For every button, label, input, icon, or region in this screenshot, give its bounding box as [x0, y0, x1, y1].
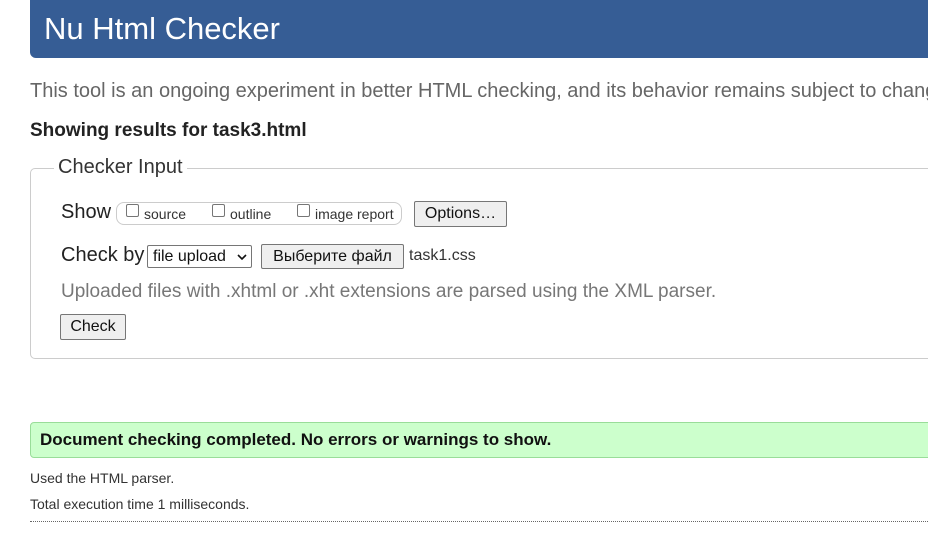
- check-button[interactable]: Check: [60, 314, 126, 340]
- header-banner: Nu Html Checker: [30, 0, 928, 58]
- show-source-label[interactable]: source: [144, 206, 186, 222]
- show-label: Show: [61, 201, 112, 223]
- intro-text: This tool is an ongoing experiment in be…: [30, 80, 928, 102]
- app-title[interactable]: Nu Html Checker: [44, 0, 928, 58]
- show-image-report-label[interactable]: image report: [315, 206, 394, 222]
- execution-time: Total execution time 1 milliseconds.: [30, 496, 250, 512]
- choose-file-button[interactable]: Выберите файл: [261, 244, 404, 269]
- check-by-label: Check by: [61, 244, 145, 266]
- xml-parser-hint: Uploaded files with .xhtml or .xht exten…: [61, 281, 717, 302]
- success-message: Document checking completed. No errors o…: [40, 430, 552, 449]
- parser-info: Used the HTML parser.: [30, 470, 175, 486]
- show-image-report-checkbox[interactable]: [297, 204, 310, 217]
- checker-input-legend: Checker Input: [54, 156, 187, 179]
- options-button[interactable]: Options…: [414, 201, 507, 227]
- show-outline-label[interactable]: outline: [230, 206, 271, 222]
- show-outline-checkbox[interactable]: [212, 204, 225, 217]
- chevron-down-icon: [237, 254, 247, 261]
- checker-page: Nu Html Checker This tool is an ongoing …: [0, 0, 928, 533]
- check-by-select[interactable]: file upload: [147, 245, 252, 268]
- show-source-checkbox[interactable]: [126, 204, 139, 217]
- results-heading: Showing results for task3.html: [30, 120, 307, 141]
- selected-file-name: task1.css: [409, 247, 476, 264]
- divider: [30, 521, 928, 522]
- check-by-selected-value: file upload: [153, 248, 226, 265]
- success-message-box: Document checking completed. No errors o…: [30, 422, 928, 458]
